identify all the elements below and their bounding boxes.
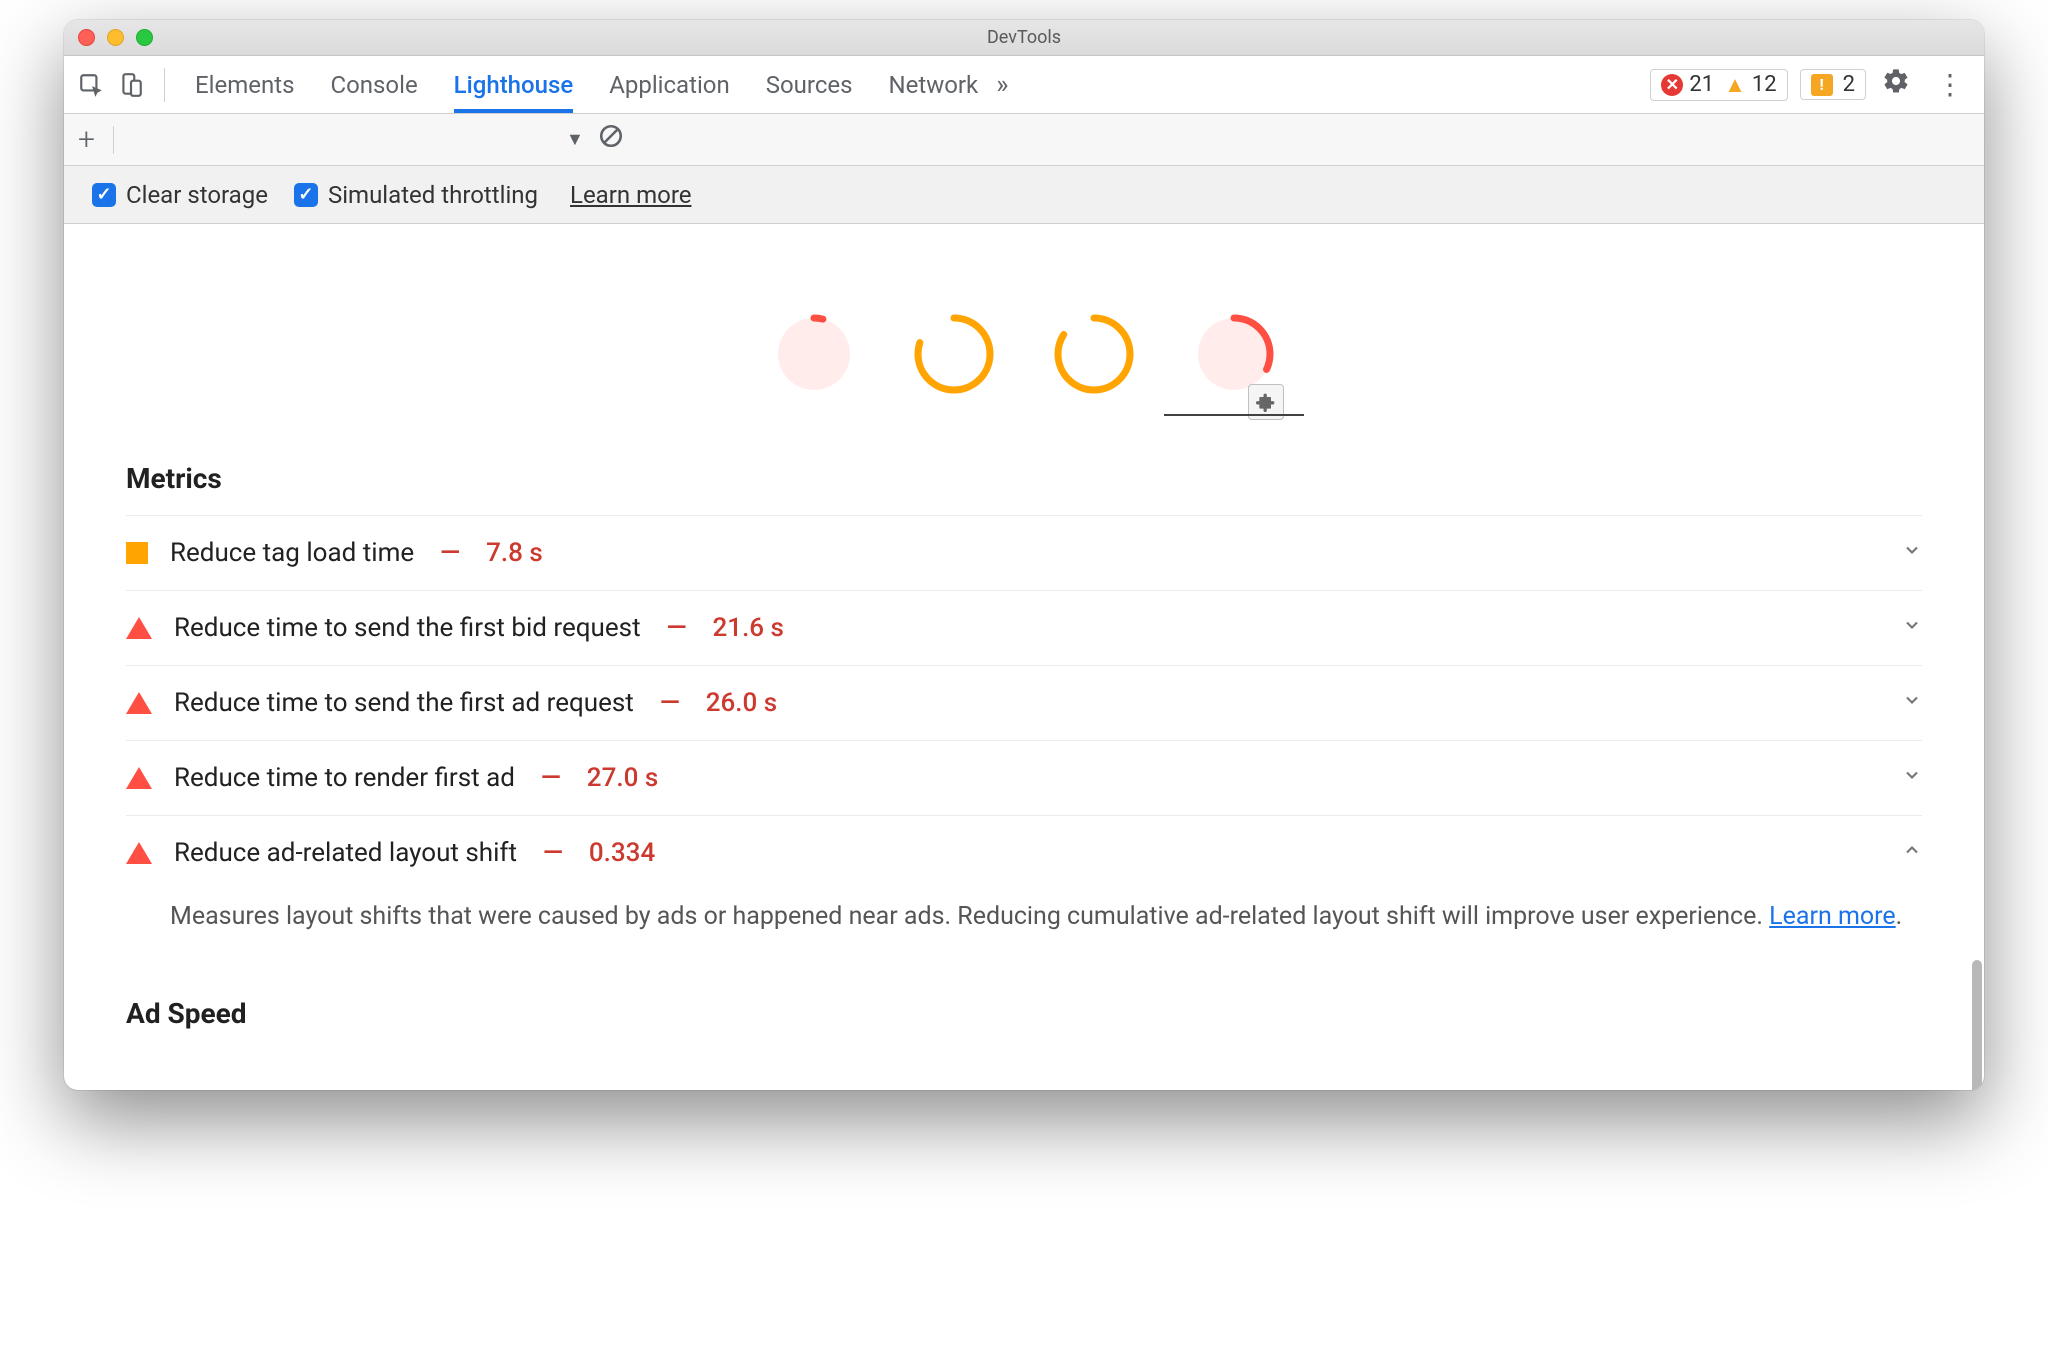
tab-lighthouse[interactable]: Lighthouse xyxy=(454,56,574,113)
metric-label: Reduce time to render first ad xyxy=(174,763,515,793)
tab-sources[interactable]: Sources xyxy=(766,56,853,113)
ad-speed-title: Ad Speed xyxy=(126,997,1922,1030)
report-content: Metrics Reduce tag load time—7.8 sReduce… xyxy=(64,462,1984,1090)
warnings-count: ▲ 12 xyxy=(1724,72,1777,98)
tab-application[interactable]: Application xyxy=(609,56,730,113)
metric-row[interactable]: Reduce tag load time — 7.8 s xyxy=(126,515,1922,590)
metric-description: Measures layout shifts that were caused … xyxy=(126,890,1922,955)
fail-icon xyxy=(126,692,152,714)
issues-number: 2 xyxy=(1843,72,1855,97)
checkbox-checked-icon: ✓ xyxy=(294,183,318,207)
error-icon: ✕ xyxy=(1661,74,1683,96)
new-report-button[interactable]: + xyxy=(78,122,95,157)
report-dropdown-icon[interactable]: ▼ xyxy=(566,129,584,150)
clear-storage-option[interactable]: ✓ Clear storage xyxy=(92,181,268,209)
device-toggle-icon[interactable] xyxy=(114,68,148,102)
tabs: Elements Console Lighthouse Application … xyxy=(195,56,978,113)
window-title: DevTools xyxy=(64,27,1984,48)
metric-label: Reduce time to send the first ad request xyxy=(174,688,634,718)
tab-console[interactable]: Console xyxy=(330,56,417,113)
metric-value: 7.8 s xyxy=(486,538,543,568)
metric-row[interactable]: Reduce time to send the first bid reques… xyxy=(126,590,1922,665)
window-inner: DevTools Elements Console Lighthouse App… xyxy=(64,20,1984,1090)
errors-number: 21 xyxy=(1689,72,1714,97)
metric-row[interactable]: Reduce time to render first ad — 27.0 s xyxy=(126,740,1922,815)
warnings-number: 12 xyxy=(1752,72,1777,97)
chevron-down-icon xyxy=(1902,765,1922,791)
metric-value: 26.0 s xyxy=(706,688,777,718)
learn-more-link[interactable]: Learn more xyxy=(1769,902,1895,931)
checkbox-checked-icon: ✓ xyxy=(92,183,116,207)
fail-icon xyxy=(126,767,152,789)
average-icon xyxy=(126,542,148,564)
errors-count: ✕ 21 xyxy=(1661,72,1714,97)
chevron-down-icon xyxy=(1902,540,1922,566)
dash-separator: — xyxy=(541,763,561,793)
issues-badge[interactable]: ! 2 xyxy=(1800,69,1866,100)
tab-elements[interactable]: Elements xyxy=(195,56,294,113)
score-gauge-3[interactable]: 32 xyxy=(1192,312,1276,414)
clear-report-icon[interactable] xyxy=(598,123,624,156)
issue-icon: ! xyxy=(1811,74,1833,96)
console-status-badge[interactable]: ✕ 21 ▲ 12 xyxy=(1650,69,1787,101)
fail-icon xyxy=(126,842,152,864)
scores-row: 4 80 84 32 xyxy=(64,224,1984,434)
tab-network[interactable]: Network xyxy=(889,56,979,113)
chevron-down-icon xyxy=(1902,615,1922,641)
dash-separator: — xyxy=(440,538,460,568)
metric-value: 27.0 s xyxy=(587,763,658,793)
metric-row[interactable]: Reduce ad-related layout shift — 0.334 xyxy=(126,815,1922,890)
divider xyxy=(113,126,114,154)
devtools-window: DevTools Elements Console Lighthouse App… xyxy=(64,20,1984,1090)
metrics-list: Reduce tag load time — 7.8 s Reduce time to… xyxy=(126,515,1922,955)
simulated-throttling-label: Simulated throttling xyxy=(328,181,538,209)
metric-label: Reduce time to send the first bid reques… xyxy=(174,613,641,643)
scrollbar-thumb[interactable] xyxy=(1972,960,1982,1090)
simulated-throttling-option[interactable]: ✓ Simulated throttling xyxy=(294,181,538,209)
dash-separator: — xyxy=(660,688,680,718)
plugin-icon xyxy=(1248,384,1284,420)
score-gauge-2[interactable]: 84 xyxy=(1052,312,1136,414)
learn-more-link[interactable]: Learn more xyxy=(570,181,691,209)
score-gauge-1[interactable]: 80 xyxy=(912,312,996,414)
warning-icon: ▲ xyxy=(1724,72,1746,98)
settings-icon[interactable] xyxy=(1872,67,1920,102)
metric-label: Reduce tag load time xyxy=(170,538,414,568)
metric-value: 21.6 s xyxy=(713,613,784,643)
dash-separator: — xyxy=(543,838,563,868)
inspect-element-icon[interactable] xyxy=(74,68,108,102)
score-gauge-0[interactable]: 4 xyxy=(772,312,856,414)
metric-value: 0.334 xyxy=(589,838,655,868)
clear-storage-label: Clear storage xyxy=(126,181,268,209)
lighthouse-subtoolbar: + ▼ xyxy=(64,114,1984,166)
metric-label: Reduce ad-related layout shift xyxy=(174,838,517,868)
status-badges: ✕ 21 ▲ 12 ! 2 xyxy=(1650,69,1866,101)
chevron-up-icon xyxy=(1902,840,1922,866)
metrics-title: Metrics xyxy=(126,462,1922,495)
main-tabstrip: Elements Console Lighthouse Application … xyxy=(64,56,1984,114)
tabs-overflow-icon[interactable]: » xyxy=(996,70,1008,100)
chevron-down-icon xyxy=(1902,690,1922,716)
fail-icon xyxy=(126,617,152,639)
metric-row[interactable]: Reduce time to send the first ad request… xyxy=(126,665,1922,740)
titlebar: DevTools xyxy=(64,20,1984,56)
dash-separator: — xyxy=(667,613,687,643)
more-menu-icon[interactable]: ⋮ xyxy=(1926,68,1974,101)
lighthouse-options-bar: ✓ Clear storage ✓ Simulated throttling L… xyxy=(64,166,1984,224)
divider xyxy=(164,68,165,102)
